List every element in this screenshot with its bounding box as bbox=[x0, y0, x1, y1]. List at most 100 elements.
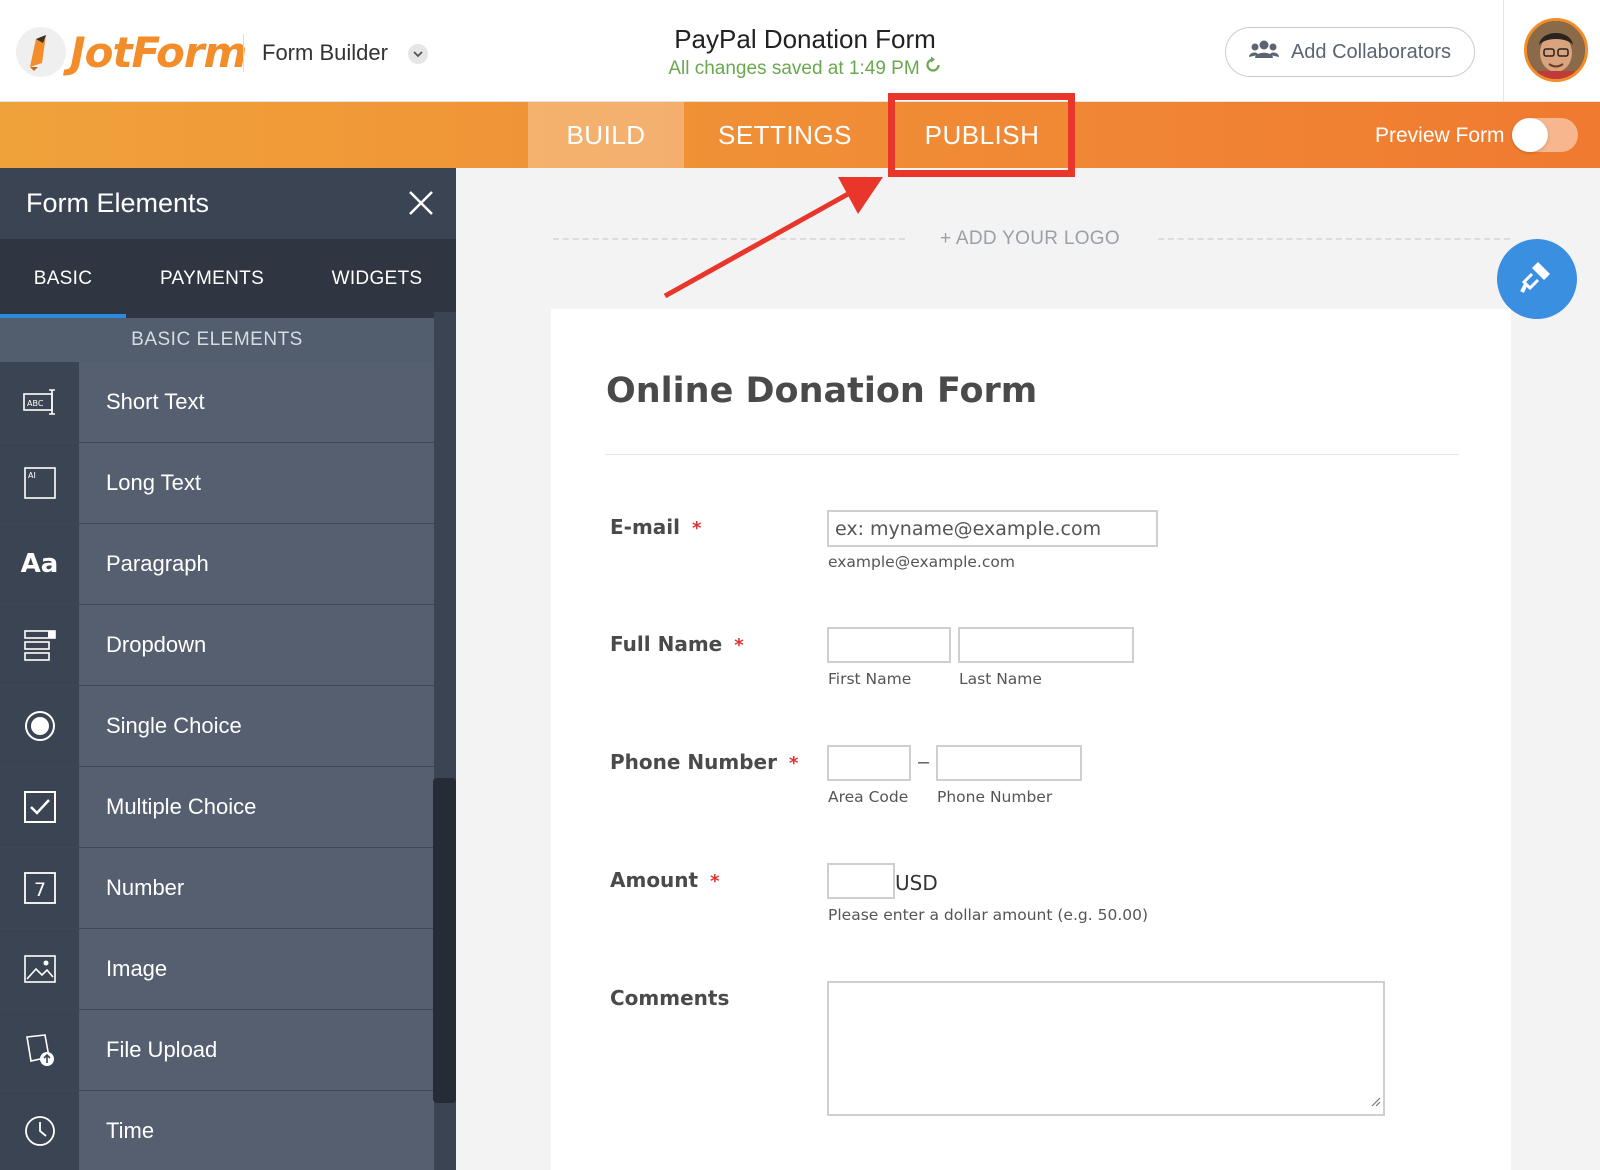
short-text-icon: ABC bbox=[0, 362, 79, 442]
heading-divider bbox=[606, 454, 1458, 455]
required-asterisk: * bbox=[734, 635, 744, 656]
last-name-input[interactable] bbox=[958, 627, 1134, 663]
form-designer-button[interactable] bbox=[1497, 239, 1577, 319]
resize-grip-icon[interactable] bbox=[1369, 1094, 1381, 1112]
required-asterisk: * bbox=[710, 871, 720, 892]
single-choice-icon bbox=[0, 686, 79, 766]
jotform-logo[interactable]: JotForm bbox=[16, 22, 247, 82]
logo-dashed-line-left bbox=[553, 238, 905, 240]
sidebar-tabs: BASIC PAYMENTS WIDGETS bbox=[0, 239, 456, 318]
element-list: ABC Short Text AI Long Text Aa Paragraph… bbox=[0, 362, 434, 1170]
time-icon bbox=[0, 1091, 79, 1170]
form-elements-sidebar: Form Elements BASIC PAYMENTS WIDGETS BAS… bbox=[0, 168, 456, 1170]
phone-separator: – bbox=[918, 751, 930, 773]
field-label-text: Comments bbox=[610, 986, 730, 1010]
tab-widgets[interactable]: WIDGETS bbox=[298, 239, 456, 318]
phone-label: Phone Number * bbox=[610, 750, 798, 774]
top-header: JotForm Form Builder PayPal Donation For… bbox=[0, 0, 1600, 102]
amount-sublabel: Please enter a dollar amount (e.g. 50.00… bbox=[828, 906, 1149, 924]
element-label: Short Text bbox=[79, 362, 434, 442]
phone-number-input[interactable] bbox=[936, 745, 1082, 781]
email-sublabel: example@example.com bbox=[828, 553, 1015, 571]
add-collaborators-button[interactable]: Add Collaborators bbox=[1225, 27, 1475, 77]
element-paragraph[interactable]: Aa Paragraph bbox=[0, 524, 434, 605]
tab-settings[interactable]: SETTINGS bbox=[700, 102, 870, 168]
element-image[interactable]: Image bbox=[0, 929, 434, 1010]
sidebar-header: Form Elements bbox=[0, 168, 456, 239]
tab-basic[interactable]: BASIC bbox=[0, 239, 126, 318]
required-asterisk: * bbox=[692, 518, 702, 539]
element-label: Long Text bbox=[79, 443, 434, 523]
long-text-icon: AI bbox=[0, 443, 79, 523]
element-multiple-choice[interactable]: Multiple Choice bbox=[0, 767, 434, 848]
number-icon: 7 bbox=[0, 848, 79, 928]
element-number[interactable]: 7 Number bbox=[0, 848, 434, 929]
active-tab-indicator bbox=[0, 314, 126, 318]
sidebar-title: Form Elements bbox=[26, 188, 210, 218]
form-title-block: PayPal Donation Form All changes saved a… bbox=[580, 22, 1030, 82]
basic-elements-heading: BASIC ELEMENTS bbox=[0, 318, 434, 362]
form-preview-card: Online Donation Form E-mail * ex: myname@… bbox=[551, 309, 1511, 1170]
pencil-logo-icon bbox=[16, 27, 66, 77]
currency-label: USD bbox=[895, 871, 938, 895]
dropdown-icon bbox=[0, 605, 79, 685]
element-label: Time bbox=[79, 1091, 434, 1170]
file-upload-icon bbox=[0, 1010, 79, 1090]
element-label: Number bbox=[79, 848, 434, 928]
element-label: Image bbox=[79, 929, 434, 1009]
form-builder-label[interactable]: Form Builder bbox=[262, 40, 388, 66]
preview-form-toggle[interactable] bbox=[1512, 118, 1578, 152]
email-field[interactable]: ex: myname@example.com bbox=[827, 510, 1158, 547]
form-heading[interactable]: Online Donation Form bbox=[606, 371, 1037, 411]
field-label-text: E-mail bbox=[610, 515, 681, 539]
paint-roller-icon bbox=[1518, 258, 1556, 301]
svg-text:ABC: ABC bbox=[27, 399, 44, 408]
saved-status: All changes saved at 1:49 PM bbox=[580, 56, 1030, 82]
element-single-choice[interactable]: Single Choice bbox=[0, 686, 434, 767]
first-name-input[interactable] bbox=[827, 627, 951, 663]
amount-label: Amount * bbox=[610, 868, 720, 892]
required-asterisk: * bbox=[788, 753, 799, 774]
toggle-knob bbox=[1512, 118, 1548, 152]
preview-form-label: Preview Form bbox=[1375, 124, 1505, 147]
chevron-down-icon[interactable] bbox=[408, 44, 428, 64]
first-name-sublabel: First Name bbox=[828, 670, 912, 688]
user-avatar[interactable] bbox=[1524, 18, 1588, 82]
last-name-sublabel: Last Name bbox=[959, 670, 1042, 688]
close-icon[interactable] bbox=[406, 188, 436, 218]
comments-textarea[interactable] bbox=[827, 981, 1385, 1116]
sidebar-scrollbar-thumb[interactable] bbox=[433, 778, 456, 1103]
builder-tabbar: BUILD SETTINGS PUBLISH bbox=[0, 102, 1600, 168]
element-long-text[interactable]: AI Long Text bbox=[0, 443, 434, 524]
header-divider bbox=[243, 34, 244, 72]
element-time[interactable]: Time bbox=[0, 1091, 434, 1170]
refresh-icon bbox=[924, 56, 942, 82]
amount-input[interactable] bbox=[827, 863, 895, 899]
element-file-upload[interactable]: File Upload bbox=[0, 1010, 434, 1091]
element-label: Multiple Choice bbox=[79, 767, 434, 847]
svg-text:AI: AI bbox=[28, 471, 36, 480]
phone-number-sublabel: Phone Number bbox=[937, 788, 1053, 806]
tab-build[interactable]: BUILD bbox=[528, 102, 684, 168]
element-label: Single Choice bbox=[79, 686, 434, 766]
element-dropdown[interactable]: Dropdown bbox=[0, 605, 434, 686]
header-divider-right bbox=[1503, 0, 1504, 102]
tab-payments[interactable]: PAYMENTS bbox=[126, 239, 298, 318]
area-code-input[interactable] bbox=[827, 745, 911, 781]
element-label: Paragraph bbox=[79, 524, 434, 604]
logo-dashed-line-right bbox=[1158, 238, 1510, 240]
field-label-text: Full Name bbox=[610, 632, 723, 656]
element-short-text[interactable]: ABC Short Text bbox=[0, 362, 434, 443]
comments-label: Comments bbox=[610, 986, 729, 1010]
form-title[interactable]: PayPal Donation Form bbox=[580, 22, 1030, 56]
add-logo-link[interactable]: + ADD YOUR LOGO bbox=[940, 228, 1120, 250]
field-label-text: Amount bbox=[610, 868, 699, 892]
area-code-sublabel: Area Code bbox=[828, 788, 909, 806]
saved-status-text: All changes saved at 1:49 PM bbox=[668, 58, 920, 79]
users-icon bbox=[1248, 39, 1279, 65]
field-label-text: Phone Number bbox=[610, 750, 777, 774]
svg-text:7: 7 bbox=[34, 879, 46, 901]
email-label: E-mail * bbox=[610, 515, 701, 539]
add-collaborators-label: Add Collaborators bbox=[1290, 40, 1452, 63]
brand-name: JotForm bbox=[70, 27, 247, 77]
